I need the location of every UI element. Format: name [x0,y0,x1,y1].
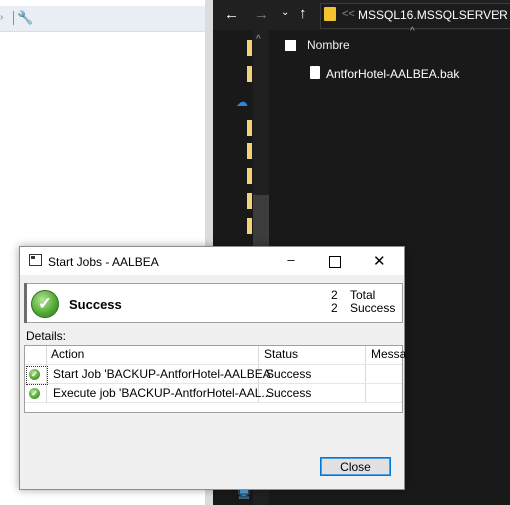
sort-ascending-icon: ^ [410,26,415,37]
summary-accent [24,283,27,323]
success-count: 2 [331,301,338,315]
address-path[interactable]: MSSQL16.MSSQLSERVER [358,8,508,22]
chevron-right-icon[interactable]: › [0,12,3,23]
quick-access-folder-icon[interactable] [247,66,252,82]
column-divider[interactable] [365,346,366,403]
quick-access-folder-icon[interactable] [247,143,252,159]
folder-icon [324,7,336,21]
quick-access-folder-icon[interactable] [247,120,252,136]
back-arrow-icon[interactable]: ← [224,6,239,23]
quick-access-folder-icon[interactable] [247,168,252,184]
row-divider [25,402,402,403]
dialog-title: Start Jobs - AALBEA [48,255,159,269]
scroll-up-icon[interactable]: ^ [256,34,261,45]
select-all-checkbox[interactable] [285,40,296,51]
address-overflow[interactable]: << [342,8,355,20]
recent-locations-chevron-icon[interactable]: ⌄ [281,7,289,18]
file-item[interactable]: AntforHotel-AALBEA.bak [326,67,459,81]
onedrive-cloud-icon[interactable]: ☁ [236,95,248,109]
header-divider [25,364,402,365]
minimize-icon[interactable]: – [284,252,298,267]
row-action[interactable]: Start Job 'BACKUP-AntforHotel-AALBEA' [53,367,273,381]
file-icon [310,66,320,79]
quick-access-folder-icon[interactable] [247,218,252,234]
wrench-icon[interactable]: 🔧 [17,10,33,26]
success-check-icon: ✓ [29,369,40,380]
column-header-message[interactable]: Messa [371,347,406,361]
column-header-name[interactable]: Nombre [307,38,350,52]
maximize-icon[interactable] [329,256,341,268]
quick-access-folder-icon[interactable] [247,40,252,56]
summary-status: Success [69,297,122,312]
success-check-icon: ✓ [29,388,40,399]
column-header-status[interactable]: Status [264,347,298,361]
window-icon-detail [31,256,35,259]
up-arrow-icon[interactable]: ↑ [299,5,307,22]
total-label: Total [350,288,376,302]
toolbar-divider [13,11,14,25]
row-action[interactable]: Execute job 'BACKUP-AntforHotel-AAL... [53,386,271,400]
success-check-icon: ✓ [31,290,59,318]
quick-access-folder-icon[interactable] [247,193,252,209]
success-label: Success [350,301,396,315]
forward-arrow-icon[interactable]: → [254,6,269,23]
row-status[interactable]: Success [266,386,311,400]
column-header-action[interactable]: Action [51,347,84,361]
details-label: Details: [26,329,67,343]
close-button[interactable]: Close [320,457,391,476]
close-icon[interactable]: ✕ [373,252,386,270]
row-divider [25,383,402,384]
row-status[interactable]: Success [266,367,311,381]
chevron-right-icon[interactable]: › [496,7,500,19]
total-count: 2 [331,288,338,302]
